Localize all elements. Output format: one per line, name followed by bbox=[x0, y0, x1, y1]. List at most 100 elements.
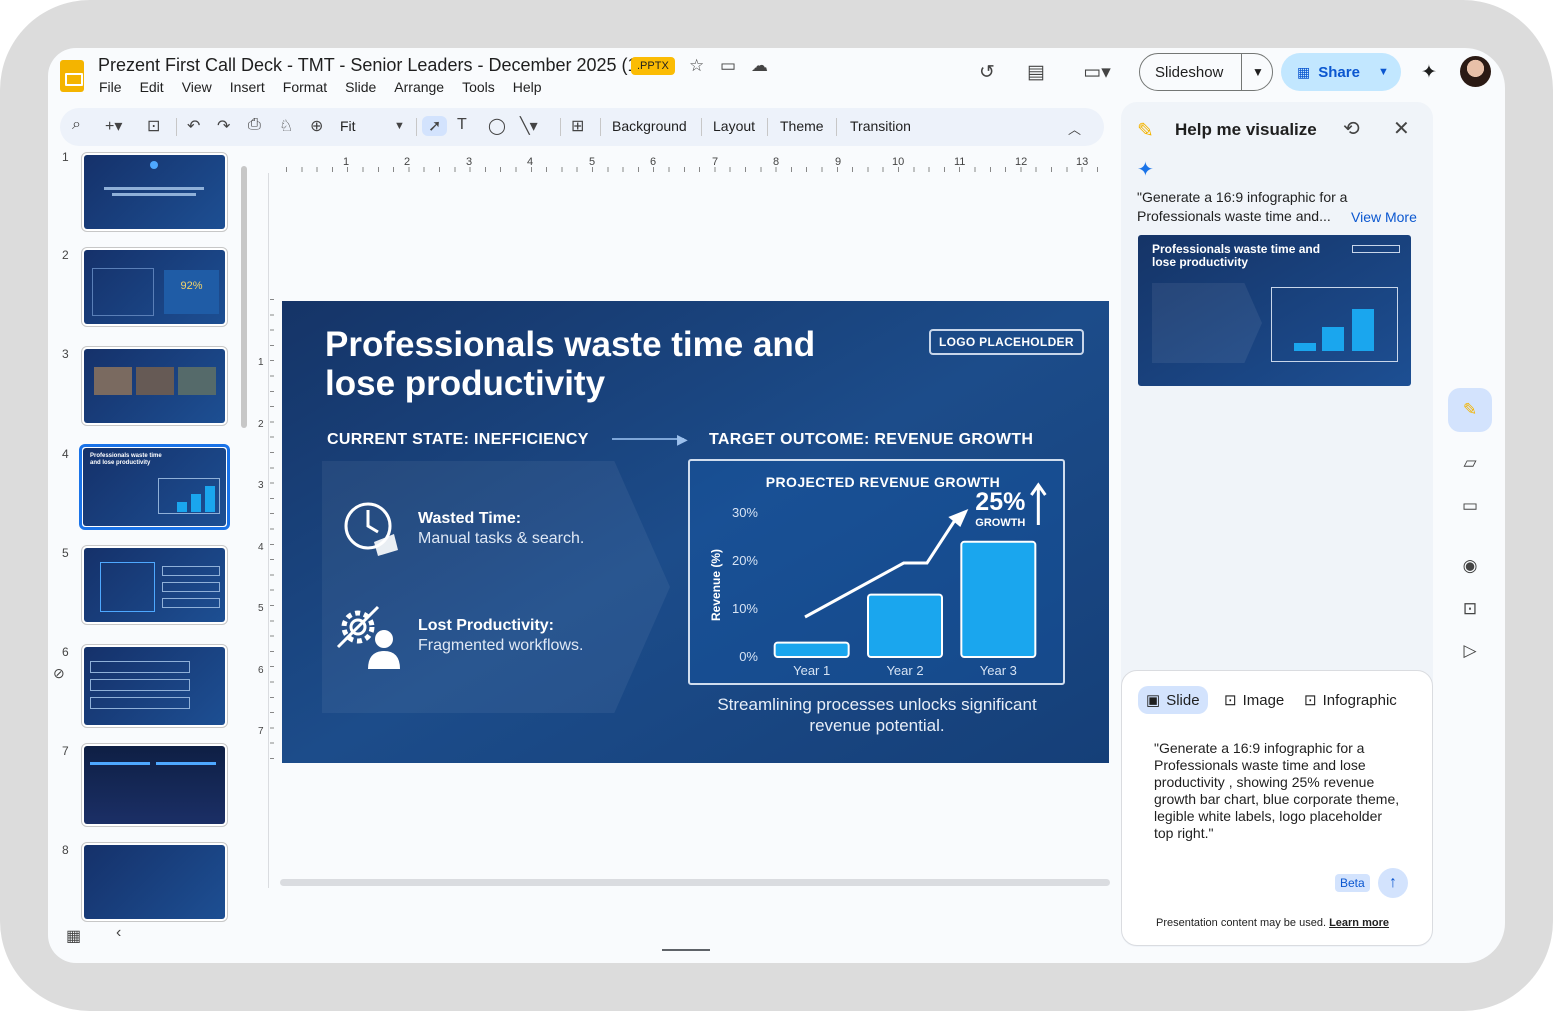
video-icon[interactable]: ⊡ bbox=[1452, 591, 1488, 627]
menu-file[interactable]: File bbox=[99, 79, 122, 95]
divider bbox=[836, 118, 837, 136]
preview-logo-box bbox=[1352, 245, 1400, 253]
chart-container[interactable]: PROJECTED REVENUE GROWTH Revenue (%) 0% 10%… bbox=[688, 459, 1065, 685]
zoom-icon[interactable]: ⊕ bbox=[310, 116, 323, 136]
insert-comment-icon[interactable]: ⊞ bbox=[571, 116, 584, 136]
avatar[interactable] bbox=[1460, 56, 1491, 87]
slide-thumbnail[interactable] bbox=[81, 644, 228, 728]
transition-button[interactable]: Transition bbox=[850, 118, 911, 134]
layout-picker-icon[interactable]: ⊡ bbox=[147, 116, 160, 136]
prompt-input[interactable]: "Generate a 16:9 infographic for a Profe… bbox=[1138, 728, 1418, 873]
zoom-select[interactable]: Fit bbox=[340, 118, 356, 134]
menu-arrange[interactable]: Arrange bbox=[394, 79, 444, 95]
star-icon[interactable]: ☆ bbox=[689, 56, 704, 76]
canvas-scrollbar[interactable] bbox=[280, 879, 1110, 886]
item-title[interactable]: Wasted Time: bbox=[418, 510, 521, 528]
menu-edit[interactable]: Edit bbox=[140, 79, 164, 95]
gemini-icon[interactable]: ✦ bbox=[1414, 57, 1444, 87]
background-button[interactable]: Background bbox=[612, 118, 687, 134]
prompt-card: ▣ Slide ⊡ Image ⊡ Infographic "Generate a 1… bbox=[1121, 670, 1433, 946]
send-arrow-icon[interactable]: ↑ bbox=[1378, 868, 1408, 898]
slide-thumbnail-selected[interactable]: Professionals waste time and lose produc… bbox=[79, 444, 230, 530]
slide-thumbnail[interactable] bbox=[81, 743, 228, 827]
print-icon[interactable]: ⎙ bbox=[248, 116, 261, 134]
menu-slide[interactable]: Slide bbox=[345, 79, 376, 95]
target-outcome-heading[interactable]: TARGET OUTCOME: REVENUE GROWTH bbox=[709, 431, 1033, 449]
paint-format-icon[interactable]: ♘ bbox=[279, 116, 293, 136]
share-button[interactable]: ▦ Share ▼ bbox=[1281, 53, 1401, 91]
slide-thumbnail[interactable] bbox=[81, 346, 228, 426]
redo-icon[interactable]: ↷ bbox=[217, 116, 230, 136]
slide-thumbnail[interactable]: 92% bbox=[81, 247, 228, 327]
slides-logo-icon[interactable] bbox=[60, 60, 84, 92]
generated-preview[interactable]: Professionals waste time and lose produc… bbox=[1138, 235, 1411, 386]
slide-thumbnail[interactable] bbox=[81, 152, 228, 232]
learn-more-link[interactable]: Learn more bbox=[1329, 917, 1389, 929]
slideshow-dropdown-icon[interactable]: ▼ bbox=[1241, 53, 1264, 91]
file-type-badge: .PPTX bbox=[631, 57, 675, 75]
disclaimer: Presentation content may be used. Learn … bbox=[1156, 917, 1389, 929]
collapse-toolbar-icon[interactable]: ︿ bbox=[1068, 119, 1081, 138]
text-box-icon[interactable]: T bbox=[457, 116, 467, 134]
new-slide-icon[interactable]: +▾ bbox=[105, 116, 122, 136]
slide-thumbnail[interactable] bbox=[81, 842, 228, 922]
menu-insert[interactable]: Insert bbox=[230, 79, 265, 95]
slide-thumbnail[interactable] bbox=[81, 545, 228, 625]
view-more-link[interactable]: View More bbox=[1351, 209, 1417, 225]
preview-bar bbox=[1352, 309, 1374, 351]
current-state-heading[interactable]: CURRENT STATE: INEFFICIENCY bbox=[327, 431, 589, 449]
item-desc[interactable]: Fragmented workflows. bbox=[418, 637, 583, 655]
comments-icon[interactable]: ▤ bbox=[1021, 57, 1051, 87]
speaker-notes-handle[interactable] bbox=[662, 949, 710, 951]
beta-badge: Beta bbox=[1335, 874, 1370, 892]
bar bbox=[867, 593, 943, 659]
slide-number: 2 bbox=[62, 248, 69, 262]
line-icon[interactable]: ╲▾ bbox=[520, 116, 538, 136]
item-desc[interactable]: Manual tasks & search. bbox=[418, 530, 584, 548]
collapse-filmstrip-icon[interactable]: ‹ bbox=[116, 924, 121, 942]
revenue-chart: PROJECTED REVENUE GROWTH Revenue (%) 0% 10%… bbox=[709, 474, 1047, 678]
gemini-sparkle-icon: ✦ bbox=[1137, 159, 1154, 181]
search-menus-icon[interactable]: ⌕ bbox=[72, 116, 81, 134]
meet-icon[interactable]: ▭▾ bbox=[1075, 57, 1119, 87]
slide-caption[interactable]: Streamlining processes unlocks significa… bbox=[702, 694, 1052, 736]
preview-chevron bbox=[1152, 283, 1262, 363]
folder-icon[interactable]: ▭ bbox=[1452, 488, 1488, 524]
tab-image[interactable]: ⊡ Image bbox=[1216, 686, 1292, 714]
keep-icon[interactable]: ▱ bbox=[1452, 445, 1488, 481]
theme-button[interactable]: Theme bbox=[780, 118, 824, 134]
tab-slide[interactable]: ▣ Slide bbox=[1138, 686, 1208, 714]
menu-help[interactable]: Help bbox=[513, 79, 542, 95]
slide-number: 8 bbox=[62, 843, 69, 857]
visualize-rail-icon[interactable]: ✎ bbox=[1448, 388, 1492, 432]
layout-button[interactable]: Layout bbox=[713, 118, 755, 134]
history-icon[interactable]: ⟲ bbox=[1343, 116, 1360, 141]
select-cursor-icon[interactable]: ➚ bbox=[422, 116, 448, 136]
menu-tools[interactable]: Tools bbox=[462, 79, 495, 95]
zoom-dropdown-icon[interactable]: ▼ bbox=[394, 120, 405, 132]
tab-infographic[interactable]: ⊡ Infographic bbox=[1296, 686, 1405, 714]
shape-icon[interactable]: ◯ bbox=[488, 116, 506, 136]
preview-title: Professionals waste time and lose produc… bbox=[1152, 242, 1321, 269]
menu-format[interactable]: Format bbox=[283, 79, 327, 95]
close-icon[interactable]: ✕ bbox=[1393, 116, 1410, 141]
logo-placeholder[interactable]: LOGO PLACEHOLDER bbox=[929, 329, 1084, 355]
x-tick-label: Year 3 bbox=[980, 663, 1017, 678]
slide-canvas[interactable]: Professionals waste time and lose produc… bbox=[282, 301, 1109, 763]
menu-view[interactable]: View bbox=[182, 79, 212, 95]
record-icon[interactable]: ◉ bbox=[1452, 548, 1488, 584]
slideshow-button[interactable]: Slideshow ▼ bbox=[1139, 53, 1273, 91]
move-folder-icon[interactable]: ▭ bbox=[720, 56, 736, 76]
slide-title[interactable]: Professionals waste time and lose produc… bbox=[325, 325, 885, 403]
version-history-icon[interactable]: ↺ bbox=[972, 57, 1002, 87]
filmstrip-scrollbar[interactable] bbox=[241, 166, 247, 428]
item-title[interactable]: Lost Productivity: bbox=[418, 617, 554, 635]
arrow-right-icon: ▶ bbox=[677, 431, 688, 447]
grid-view-icon[interactable]: ▦ bbox=[66, 926, 81, 946]
document-title[interactable]: Prezent First Call Deck - TMT - Senior L… bbox=[98, 55, 644, 76]
cloud-status-icon[interactable]: ☁ bbox=[751, 56, 768, 76]
share-dropdown-icon[interactable]: ▼ bbox=[1378, 66, 1389, 78]
help-me-visualize-panel: ✎ Help me visualize ⟲ ✕ ✦ "Generate a 16… bbox=[1121, 102, 1433, 947]
play-icon[interactable]: ▷ bbox=[1452, 633, 1488, 669]
undo-icon[interactable]: ↶ bbox=[187, 116, 200, 136]
